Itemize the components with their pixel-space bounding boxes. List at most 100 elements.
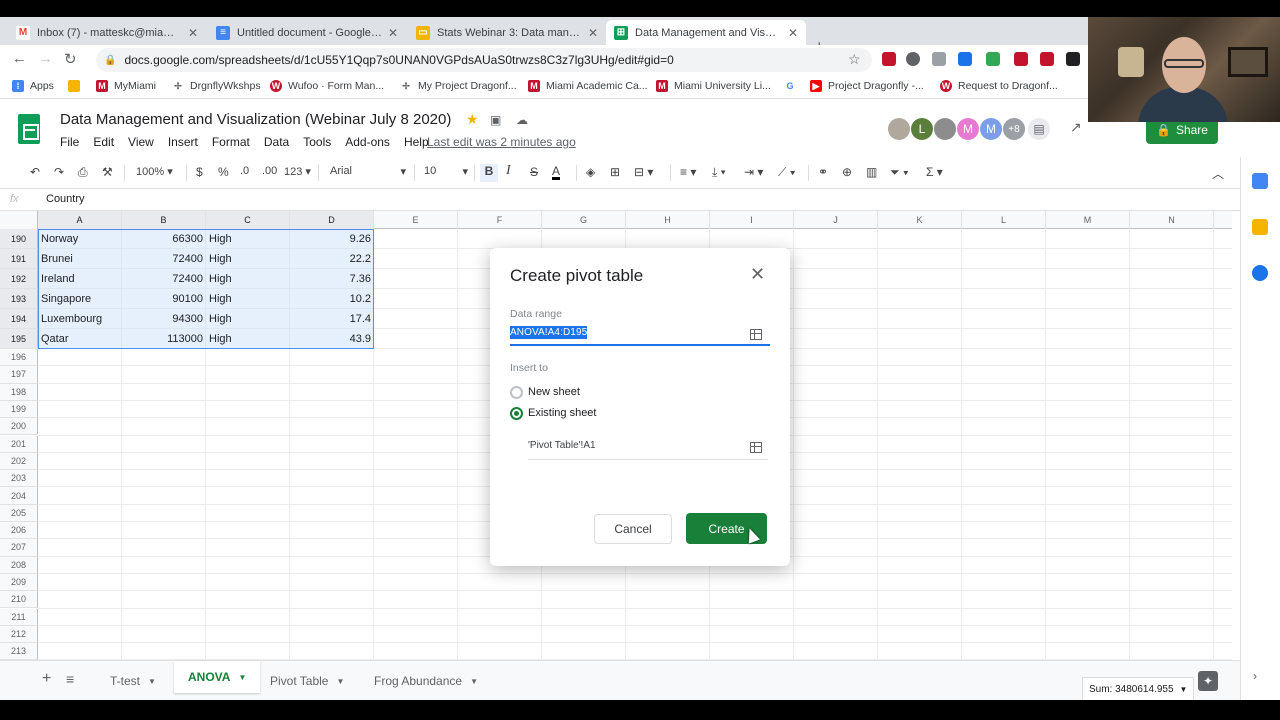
column-header-e[interactable]: E: [374, 211, 458, 229]
calendar-icon[interactable]: [1252, 173, 1268, 189]
close-icon[interactable]: ✕: [788, 26, 798, 40]
row-header[interactable]: 200: [0, 418, 38, 436]
reload-icon[interactable]: ↻: [64, 50, 77, 68]
extension-icon[interactable]: [882, 52, 896, 66]
row-header[interactable]: 210: [0, 591, 38, 609]
forward-icon[interactable]: →: [38, 50, 53, 67]
row-header[interactable]: 195: [0, 329, 38, 349]
menu-edit[interactable]: Edit: [93, 135, 114, 151]
column-header-l[interactable]: L: [962, 211, 1046, 229]
bookmark-folder[interactable]: [68, 80, 86, 92]
column-header-k[interactable]: K: [878, 211, 962, 229]
cell-country[interactable]: Luxembourg: [41, 311, 120, 327]
column-header-c[interactable]: C: [206, 211, 290, 229]
cell-level[interactable]: High: [209, 251, 288, 267]
row-header[interactable]: 212: [0, 625, 38, 644]
row-header[interactable]: 206: [0, 522, 38, 540]
extension-icon[interactable]: [1040, 52, 1054, 66]
bookmark-youtube[interactable]: ▶ Project Dragonfly -...: [810, 80, 924, 92]
merge-cells-icon[interactable]: ⊟ ▾: [634, 165, 653, 179]
cell-gdp[interactable]: 72400: [124, 251, 203, 267]
avatar[interactable]: M: [957, 118, 979, 140]
column-header-h[interactable]: H: [626, 211, 710, 229]
bookmark-wufoo[interactable]: W Wufoo · Form Man...: [270, 80, 384, 92]
bookmark-library[interactable]: M Miami University Li...: [656, 80, 771, 92]
select-range-icon[interactable]: [750, 329, 762, 340]
strikethrough-button[interactable]: S: [530, 165, 538, 179]
extension-icon[interactable]: [1014, 52, 1028, 66]
avatar[interactable]: [888, 118, 910, 140]
browser-tab-slides[interactable]: ▭ Stats Webinar 3: Data managem ✕: [408, 20, 606, 45]
cell-level[interactable]: High: [209, 291, 288, 307]
existing-sheet-label[interactable]: Existing sheet: [528, 407, 596, 419]
row-header[interactable]: 207: [0, 539, 38, 557]
font-size-select[interactable]: 10 ▾: [424, 165, 468, 178]
doc-title[interactable]: Data Management and Visualization (Webin…: [60, 111, 451, 128]
close-icon[interactable]: ✕: [188, 26, 198, 40]
extension-icon[interactable]: [932, 52, 946, 66]
print-icon[interactable]: ⎙: [78, 165, 88, 180]
column-header-j[interactable]: J: [794, 211, 878, 229]
avatar[interactable]: [934, 118, 956, 140]
avatar[interactable]: M: [980, 118, 1002, 140]
cell-level[interactable]: High: [209, 331, 288, 347]
bookmark-drgnfly[interactable]: ✢ DrgnflyWkshps: [172, 80, 261, 92]
cancel-button[interactable]: Cancel: [594, 514, 672, 544]
more-collaborators-badge[interactable]: +8: [1003, 118, 1025, 140]
bookmark-google[interactable]: G: [784, 80, 802, 92]
menu-format[interactable]: Format: [212, 135, 250, 151]
bold-button[interactable]: B: [480, 164, 498, 182]
cell-level[interactable]: High: [209, 311, 288, 327]
cell-value[interactable]: 7.36: [292, 271, 371, 287]
cell-value[interactable]: 17.4: [292, 311, 371, 327]
star-icon[interactable]: ★: [466, 111, 479, 128]
activity-trend-icon[interactable]: ↗: [1070, 119, 1082, 136]
cloud-status-icon[interactable]: ☁: [516, 113, 528, 127]
formula-value[interactable]: Country: [46, 193, 85, 205]
fill-color-icon[interactable]: ◈: [586, 165, 595, 179]
row-header[interactable]: 198: [0, 383, 38, 401]
horizontal-align-icon[interactable]: ≡ ▾: [680, 165, 696, 179]
data-range-input[interactable]: ANOVA!A4:D195: [510, 324, 770, 346]
close-icon[interactable]: ✕: [388, 26, 398, 40]
row-header[interactable]: 191: [0, 249, 38, 269]
row-header[interactable]: 204: [0, 487, 38, 505]
cell-level[interactable]: High: [209, 231, 288, 247]
decrease-decimal-button[interactable]: .0: [240, 165, 249, 177]
redo-icon[interactable]: ↷: [54, 165, 64, 179]
row-header[interactable]: 211: [0, 608, 38, 626]
url-field[interactable]: 🔒 docs.google.com/spreadsheets/d/1cU55Y1…: [96, 48, 872, 72]
extension-icon[interactable]: [1066, 52, 1080, 66]
cell-country[interactable]: Brunei: [41, 251, 120, 267]
insert-comment-icon[interactable]: ⊕: [842, 165, 852, 179]
filter-icon[interactable]: ⏷ ▾: [890, 165, 909, 180]
existing-sheet-radio[interactable]: [510, 407, 523, 420]
cell-level[interactable]: High: [209, 271, 288, 287]
cell-value[interactable]: 9.26: [292, 231, 371, 247]
bookmark-star-icon[interactable]: ☆: [848, 51, 861, 68]
column-header-a[interactable]: A: [38, 211, 122, 229]
menu-tools[interactable]: Tools: [303, 135, 331, 151]
column-header-f[interactable]: F: [458, 211, 542, 229]
text-rotation-icon[interactable]: ⟋ ▾: [778, 165, 796, 180]
avatar[interactable]: L: [911, 118, 933, 140]
column-header-i[interactable]: I: [710, 211, 794, 229]
select-all-corner[interactable]: [0, 211, 38, 229]
more-formats-select[interactable]: 123 ▾: [284, 165, 311, 178]
cell-country[interactable]: Qatar: [41, 331, 120, 347]
cell-country[interactable]: Ireland: [41, 271, 120, 287]
all-sheets-icon[interactable]: ≡: [62, 667, 78, 691]
close-icon[interactable]: ✕: [750, 264, 765, 285]
expand-panel-icon[interactable]: ›: [1253, 669, 1257, 683]
row-header[interactable]: 194: [0, 309, 38, 329]
tasks-icon[interactable]: [1252, 265, 1268, 281]
bookmark-myMiami[interactable]: M MyMiami: [96, 80, 156, 92]
menu-file[interactable]: File: [60, 135, 79, 151]
paint-format-icon[interactable]: ⚒: [102, 165, 113, 179]
insert-link-icon[interactable]: ⚭: [818, 165, 828, 179]
text-wrap-icon[interactable]: ⇥ ▾: [744, 165, 763, 179]
menu-view[interactable]: View: [128, 135, 154, 151]
cell-gdp[interactable]: 94300: [124, 311, 203, 327]
bookmark-apps[interactable]: ⁞ Apps: [12, 80, 54, 92]
row-header[interactable]: 209: [0, 573, 38, 592]
